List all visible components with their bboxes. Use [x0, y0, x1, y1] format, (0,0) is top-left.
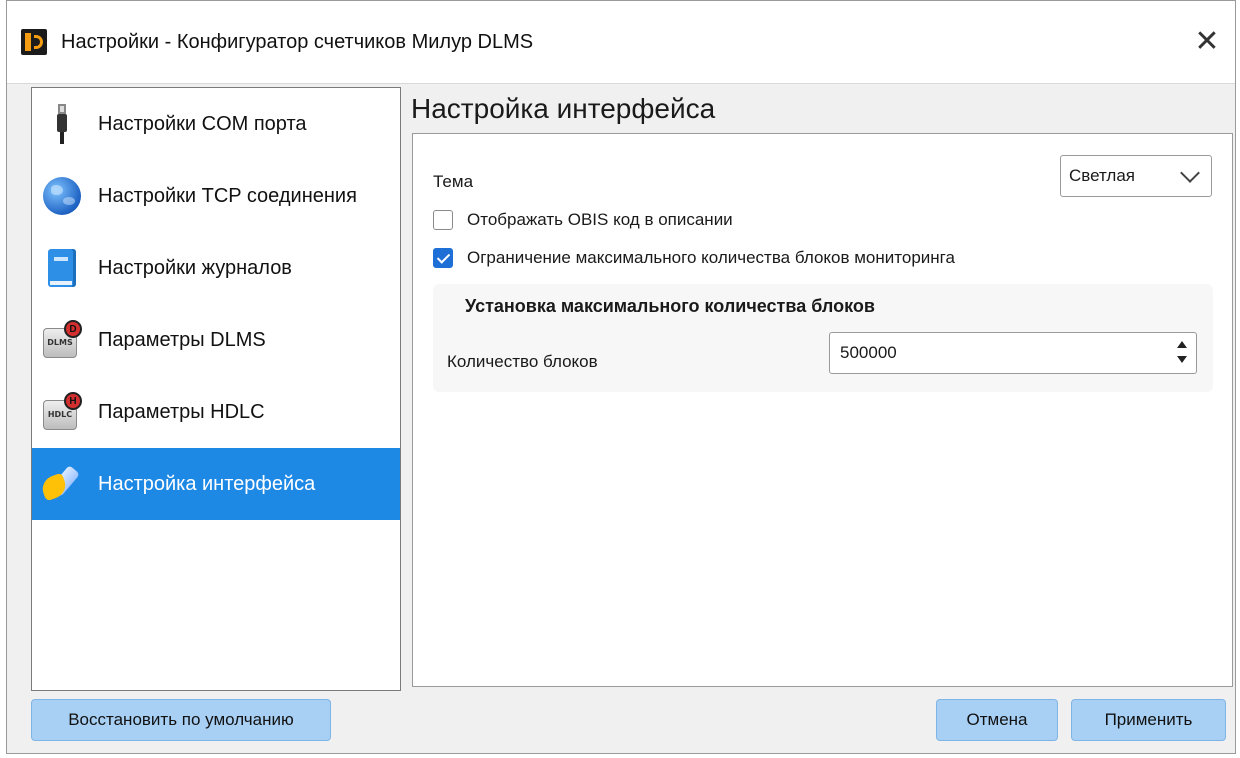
- settings-window: Настройки - Конфигуратор счетчиков Милур…: [6, 0, 1236, 754]
- sidebar-item-label: Параметры DLMS: [98, 328, 266, 351]
- hdlc-chip-icon: HDLC H: [40, 390, 84, 434]
- block-count-spinbox[interactable]: 500000: [829, 332, 1197, 374]
- app-logo-icon: [21, 29, 47, 55]
- theme-select[interactable]: Светлая: [1060, 155, 1212, 197]
- chevron-down-icon: [1180, 163, 1200, 183]
- sidebar-item-label: Настройки журналов: [98, 256, 292, 279]
- theme-label: Тема: [433, 172, 474, 191]
- restore-defaults-button[interactable]: Восстановить по умолчанию: [31, 699, 331, 741]
- limit-blocks-checkbox[interactable]: [433, 248, 453, 268]
- dlms-chip-text: DLMS: [47, 338, 73, 347]
- spin-arrows[interactable]: [1176, 339, 1188, 367]
- sidebar-item-label: Параметры HDLC: [98, 400, 265, 423]
- book-icon: [40, 246, 84, 290]
- sidebar-item-tcp[interactable]: Настройки TCP соединения: [32, 160, 400, 232]
- window-title: Настройки - Конфигуратор счетчиков Милур…: [61, 31, 534, 53]
- group-title: Установка максимального количества блоко…: [465, 296, 875, 316]
- globe-icon: [40, 174, 84, 218]
- block-count-label: Количество блоков: [447, 352, 598, 371]
- hdlc-badge: H: [64, 392, 82, 410]
- show-obis-checkbox[interactable]: [433, 210, 453, 230]
- title-bar: Настройки - Конфигуратор счетчиков Милур…: [7, 1, 1235, 84]
- settings-sidebar: Настройки COM порта Настройки TCP соедин…: [31, 87, 401, 691]
- show-obis-label: Отображать OBIS код в описании: [467, 210, 733, 229]
- hdlc-chip-text: HDLC: [47, 410, 73, 419]
- max-blocks-group: Установка максимального количества блоко…: [433, 284, 1213, 392]
- usb-plug-icon: [40, 102, 84, 146]
- page-title: Настройка интерфейса: [411, 93, 716, 124]
- theme-select-value: Светлая: [1069, 166, 1135, 185]
- limit-blocks-label: Ограничение максимального количества бло…: [467, 248, 955, 267]
- dlms-badge: D: [64, 320, 82, 338]
- sidebar-item-label: Настройки COM порта: [98, 112, 307, 135]
- sidebar-item-dlms[interactable]: DLMS D Параметры DLMS: [32, 304, 400, 376]
- dlms-chip-icon: DLMS D: [40, 318, 84, 362]
- show-obis-option[interactable]: Отображать OBIS код в описании: [433, 210, 733, 230]
- settings-panel: Тема Светлая Отображать OBIS код в описа…: [412, 133, 1233, 687]
- close-icon: ✕: [1194, 24, 1220, 58]
- close-button[interactable]: ✕: [1189, 23, 1225, 59]
- sidebar-item-interface[interactable]: Настройка интерфейса: [32, 448, 400, 520]
- block-count-value: 500000: [840, 343, 897, 362]
- sidebar-item-com-port[interactable]: Настройки COM порта: [32, 88, 400, 160]
- limit-blocks-option[interactable]: Ограничение максимального количества бло…: [433, 248, 955, 268]
- sidebar-item-label: Настройка интерфейса: [98, 472, 316, 495]
- paint-brush-icon: [38, 462, 84, 506]
- sidebar-item-journals[interactable]: Настройки журналов: [32, 232, 400, 304]
- apply-button[interactable]: Применить: [1071, 699, 1226, 741]
- spin-up-icon[interactable]: [1177, 341, 1187, 348]
- sidebar-item-hdlc[interactable]: HDLC H Параметры HDLC: [32, 376, 400, 448]
- cancel-button[interactable]: Отмена: [936, 699, 1058, 741]
- sidebar-item-label: Настройки TCP соединения: [98, 184, 357, 207]
- spin-down-icon[interactable]: [1177, 356, 1187, 363]
